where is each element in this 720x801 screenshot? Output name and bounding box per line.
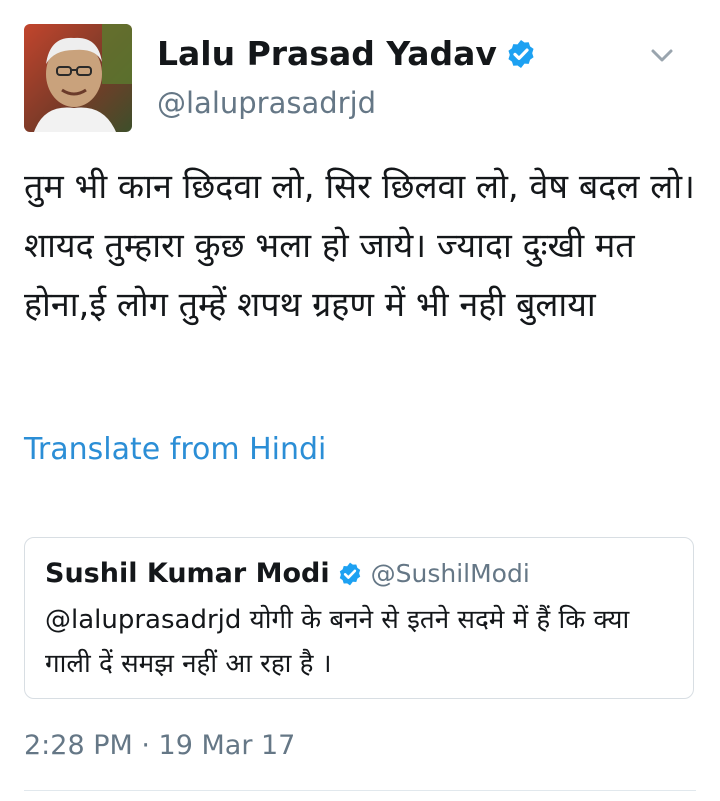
- verified-badge-icon: [508, 39, 534, 68]
- divider: [24, 790, 696, 791]
- verified-badge-icon: [339, 562, 360, 585]
- quoted-tweet[interactable]: Sushil Kumar Modi @SushilModi @laluprasa…: [24, 537, 694, 699]
- avatar-image: [24, 24, 132, 132]
- tweet-text: तुम भी कान छिदवा लो, सिर छिलवा लो, वेष ब…: [24, 167, 695, 325]
- author-handle[interactable]: @laluprasadrjd: [157, 86, 376, 120]
- avatar[interactable]: [24, 24, 132, 132]
- quoted-author-handle: @SushilModi: [370, 559, 530, 588]
- quoted-author-row: Sushil Kumar Modi @SushilModi: [45, 558, 530, 589]
- timestamp[interactable]: 2:28 PM · 19 Mar 17: [24, 730, 295, 761]
- quoted-author-name: Sushil Kumar Modi: [45, 558, 330, 589]
- tweet-card: Lalu Prasad Yadav @laluprasadrjd तुम भी …: [0, 0, 720, 801]
- author-name-row[interactable]: Lalu Prasad Yadav: [157, 34, 537, 73]
- chevron-down-icon[interactable]: [647, 40, 677, 70]
- translate-link[interactable]: Translate from Hindi: [24, 432, 326, 467]
- author-name[interactable]: Lalu Prasad Yadav: [157, 34, 497, 73]
- quoted-tweet-text: @laluprasadrjd योगी के बनने से इतने सदमे…: [45, 605, 630, 679]
